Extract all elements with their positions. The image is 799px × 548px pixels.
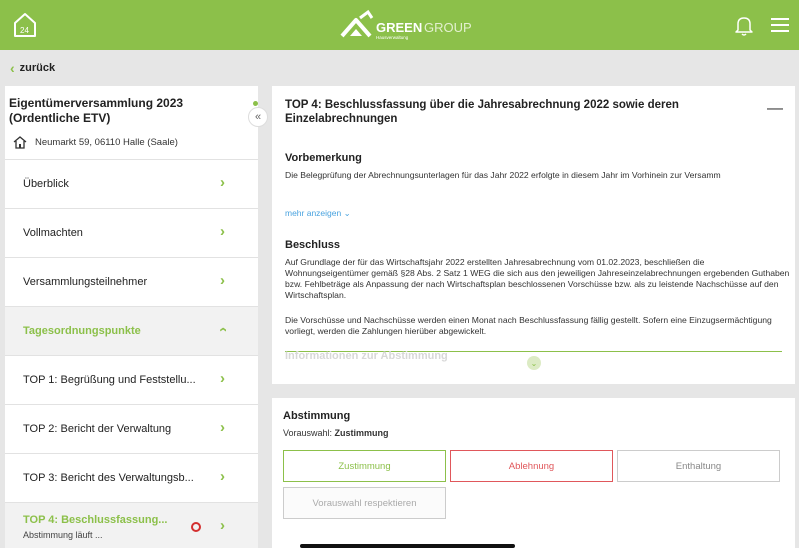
beschluss-heading: Beschluss [285, 239, 341, 251]
voting-info-heading: Informationen zur Abstimmung [285, 350, 448, 362]
sidebar-item-vollmachten[interactable]: Vollmachten › [5, 208, 258, 257]
sidebar-item-label: TOP 4: Beschlussfassung... [23, 514, 168, 526]
vorbemerkung-heading: Vorbemerkung [285, 152, 362, 164]
svg-text:24: 24 [20, 26, 29, 35]
hamburger-menu-icon[interactable] [770, 16, 790, 34]
chevron-right-icon: › [220, 517, 225, 534]
chevron-right-icon: › [220, 174, 225, 191]
top-bar: 24 GREEN GROUP Hausverwaltung [0, 0, 799, 50]
svg-text:Hausverwaltung: Hausverwaltung [376, 35, 409, 40]
sidebar: Eigentümerversammlung 2023 (Ordentliche … [5, 86, 258, 548]
greengroup-logo[interactable]: GREEN GROUP Hausverwaltung [336, 6, 476, 46]
sidebar-item-top3[interactable]: TOP 3: Bericht des Verwaltungsb... › [5, 453, 258, 502]
chevron-down-icon[interactable]: ⌄ [527, 356, 541, 370]
svg-text:GREEN: GREEN [376, 20, 422, 35]
chevron-right-icon: › [220, 272, 225, 289]
chevron-left-icon: ‹ [10, 60, 15, 76]
home-24-icon[interactable]: 24 [12, 11, 38, 39]
back-link[interactable]: ‹ zurück [10, 60, 55, 76]
bell-icon[interactable] [733, 14, 755, 36]
beschluss-text-2: Die Vorschüsse und Nachschüsse werden ei… [285, 315, 772, 336]
sidebar-item-label: TOP 1: Begrüßung und Feststellu... [23, 374, 196, 386]
sidebar-item-tagesordnungspunkte[interactable]: Tagesordnungspunkte › [5, 306, 258, 355]
chevron-right-icon: › [220, 370, 225, 387]
voting-heading: Abstimmung [283, 410, 351, 422]
respect-preselection-button[interactable]: Vorauswahl respektieren [283, 487, 446, 519]
chevron-right-icon: › [220, 419, 225, 436]
sidebar-item-teilnehmer[interactable]: Versammlungsteilnehmer › [5, 257, 258, 306]
chevron-right-icon: › [220, 468, 225, 485]
preselection-value: Zustimmung [334, 428, 389, 438]
collapse-sidebar-button[interactable]: « [248, 107, 268, 127]
voting-panel: Abstimmung Vorauswahl: Zustimmung Zustim… [272, 398, 795, 548]
sidebar-item-label: Überblick [23, 178, 69, 190]
chevron-up-icon: › [214, 327, 231, 332]
home-indicator [300, 544, 515, 548]
beschluss-text: Auf Grundlage der für das Wirtschaftsjah… [285, 257, 790, 300]
meeting-address: Neumarkt 59, 06110 Halle (Saale) [13, 136, 178, 149]
sidebar-item-label: Versammlungsteilnehmer [23, 276, 148, 288]
vote-abstain-button[interactable]: Enthaltung [617, 450, 780, 482]
sidebar-item-label: TOP 3: Bericht des Verwaltungsb... [23, 472, 194, 484]
chevron-right-icon: › [220, 223, 225, 240]
collapse-minus-icon[interactable]: — [767, 100, 783, 118]
status-dot-icon [253, 101, 258, 106]
sidebar-item-label: Vollmachten [23, 227, 83, 239]
vorbemerkung-text: Die Belegprüfung der Abrechnungsunterlag… [285, 170, 721, 180]
svg-text:GROUP: GROUP [424, 20, 472, 35]
sidebar-item-label: TOP 2: Bericht der Verwaltung [23, 423, 172, 435]
vote-yes-button[interactable]: Zustimmung [283, 450, 446, 482]
sidebar-item-label: Tagesordnungspunkte [23, 325, 141, 337]
status-dot-icon [191, 522, 201, 532]
meeting-title: Eigentümerversammlung 2023 (Ordentliche … [9, 96, 184, 125]
sidebar-item-ueberblick[interactable]: Überblick › [5, 159, 258, 208]
agenda-item-title: TOP 4: Beschlussfassung über die Jahresa… [285, 99, 679, 125]
vote-no-button[interactable]: Ablehnung [450, 450, 613, 482]
sidebar-item-top1[interactable]: TOP 1: Begrüßung und Feststellu... › [5, 355, 258, 404]
sidebar-item-top2[interactable]: TOP 2: Bericht der Verwaltung › [5, 404, 258, 453]
voting-status: Abstimmung läuft ... [23, 530, 103, 540]
agenda-item-detail: TOP 4: Beschlussfassung über die Jahresa… [272, 86, 795, 384]
back-label: zurück [19, 62, 56, 74]
address-text: Neumarkt 59, 06110 Halle (Saale) [35, 137, 178, 148]
back-bar: ‹ zurück [0, 50, 799, 84]
preselection: Vorauswahl: Zustimmung [283, 428, 389, 438]
double-chevron-left-icon: « [254, 111, 262, 123]
house-icon [13, 136, 27, 149]
show-more-link[interactable]: mehr anzeigen ⌄ [285, 208, 351, 219]
preselection-label: Vorauswahl: [283, 428, 335, 438]
sidebar-item-top4[interactable]: TOP 4: Beschlussfassung... Abstimmung lä… [5, 502, 258, 548]
